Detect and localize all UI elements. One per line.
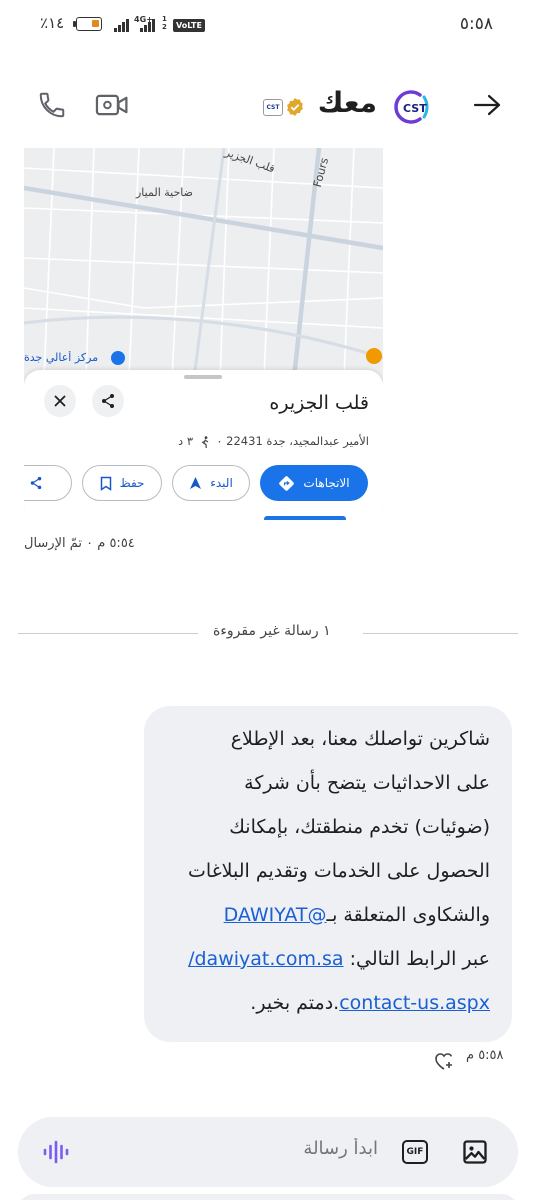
battery-icon [73,17,102,31]
message-line: contact-us.aspx.دمتم بخير. [250,992,490,1014]
share-icon [102,394,114,408]
unread-label: ١ رسالة غير مقروءة [213,623,331,639]
navigation-icon [190,477,202,489]
back-button[interactable] [467,85,507,125]
start-label: البدء [210,476,233,490]
map-label-poi: مركز أعالي جدة [24,351,99,364]
walk-time: ٣ د [178,434,194,448]
back-arrow-icon [473,94,501,116]
gif-icon: GIF [402,1140,428,1164]
start-navigation-button[interactable]: البدء [172,465,250,501]
location-card[interactable]: قلب الجزير Fours ضاحية الميار مركز أعالي… [24,148,383,520]
unread-divider: ١ رسالة غير مقروءة [18,623,518,643]
voice-message-button[interactable] [40,1135,74,1169]
address-text: الأمير عبدالمجيد، جدة 22431 ٠ [216,434,369,448]
message-text: والشكاوى المتعلقة بـ [326,904,491,926]
bottom-panel-edge [18,1194,518,1200]
message-line: شاكرين تواصلك معنا، بعد الإطلاع [230,728,490,750]
drag-handle[interactable] [184,375,222,379]
battery-percent: ٪١٤ [40,14,65,32]
signal-icon [114,18,129,32]
place-address: الأمير عبدالمجيد، جدة 22431 ٠ ٣ د [178,434,369,448]
compose-bar: GIF [18,1117,518,1187]
place-title: قلب الجزيره [269,392,369,414]
attach-image-button[interactable] [458,1135,492,1169]
message-time: ٥:٥٨ م [466,1048,504,1063]
conversation-header: CST معك CST [0,72,537,142]
react-heart-icon[interactable] [432,1050,456,1072]
message-text: .دمتم بخير. [250,992,340,1014]
gif-button[interactable]: GIF [398,1135,432,1169]
clock: ٥:٥٨ [459,14,493,34]
sim-slots: 1 2 [162,15,167,31]
phone-button[interactable] [32,85,72,125]
walk-icon [201,435,208,448]
video-call-button[interactable] [92,85,132,125]
directions-label: الاتجاهات [303,476,350,490]
image-icon [463,1140,487,1164]
incoming-message-bubble[interactable]: شاكرين تواصلك معنا، بعد الإطلاع على الاح… [144,706,512,1042]
message-text: عبر الرابط التالي: [343,948,490,970]
share-chip-button[interactable]: مش [24,465,72,501]
small-logo: CST [263,99,283,116]
map-preview[interactable] [24,148,383,378]
save-place-button[interactable]: حفظ [82,465,162,501]
message-line: (ضوئيات) تخدم منطقتك، بإمكانك [229,816,490,838]
verified-icon [287,98,303,116]
scroll-indicator [264,516,346,520]
map-label-district: ضاحية الميار [136,186,193,199]
message-input[interactable] [158,1138,378,1159]
url-link-continued[interactable]: contact-us.aspx [339,992,490,1014]
svg-text:CST: CST [403,102,427,115]
close-icon [54,395,66,407]
signal-icon-2 [140,18,155,32]
phone-icon [39,92,65,118]
place-details-sheet: قلب الجزيره الأمير عبدالمجيد، جدة 22431 … [24,370,383,520]
contact-avatar: CST [394,90,429,124]
message-line: الحصول على الخدمات وتقديم البلاغات [188,860,490,882]
mention-link[interactable]: @DAWIYAT [224,904,327,926]
directions-button[interactable]: الاتجاهات [260,465,368,501]
divider-line-right [363,633,518,634]
volte-badge: VoLTE [173,19,205,32]
bookmark-icon [100,476,111,491]
close-button[interactable] [44,385,76,417]
divider-line-left [18,633,198,634]
message-line: على الاحداثيات يتضح بأن شركة [244,772,490,794]
url-link[interactable]: dawiyat.com.sa/ [188,948,343,970]
sent-status: ٥:٥٤ م ٠ تمّ الإرسال [24,536,135,551]
message-line: والشكاوى المتعلقة بـ@DAWIYAT [224,904,490,926]
status-bar: ٪١٤ 4G+ 1 2 VoLTE ٥:٥٨ [0,0,537,58]
share-chip-icon [30,476,41,490]
video-call-icon [95,94,128,116]
share-place-button[interactable] [92,385,124,417]
contact-name: معك [317,86,377,119]
voice-icon [43,1140,69,1164]
save-label: حفظ [119,476,145,490]
message-line: عبر الرابط التالي: dawiyat.com.sa/ [188,948,490,970]
directions-icon [279,475,295,491]
